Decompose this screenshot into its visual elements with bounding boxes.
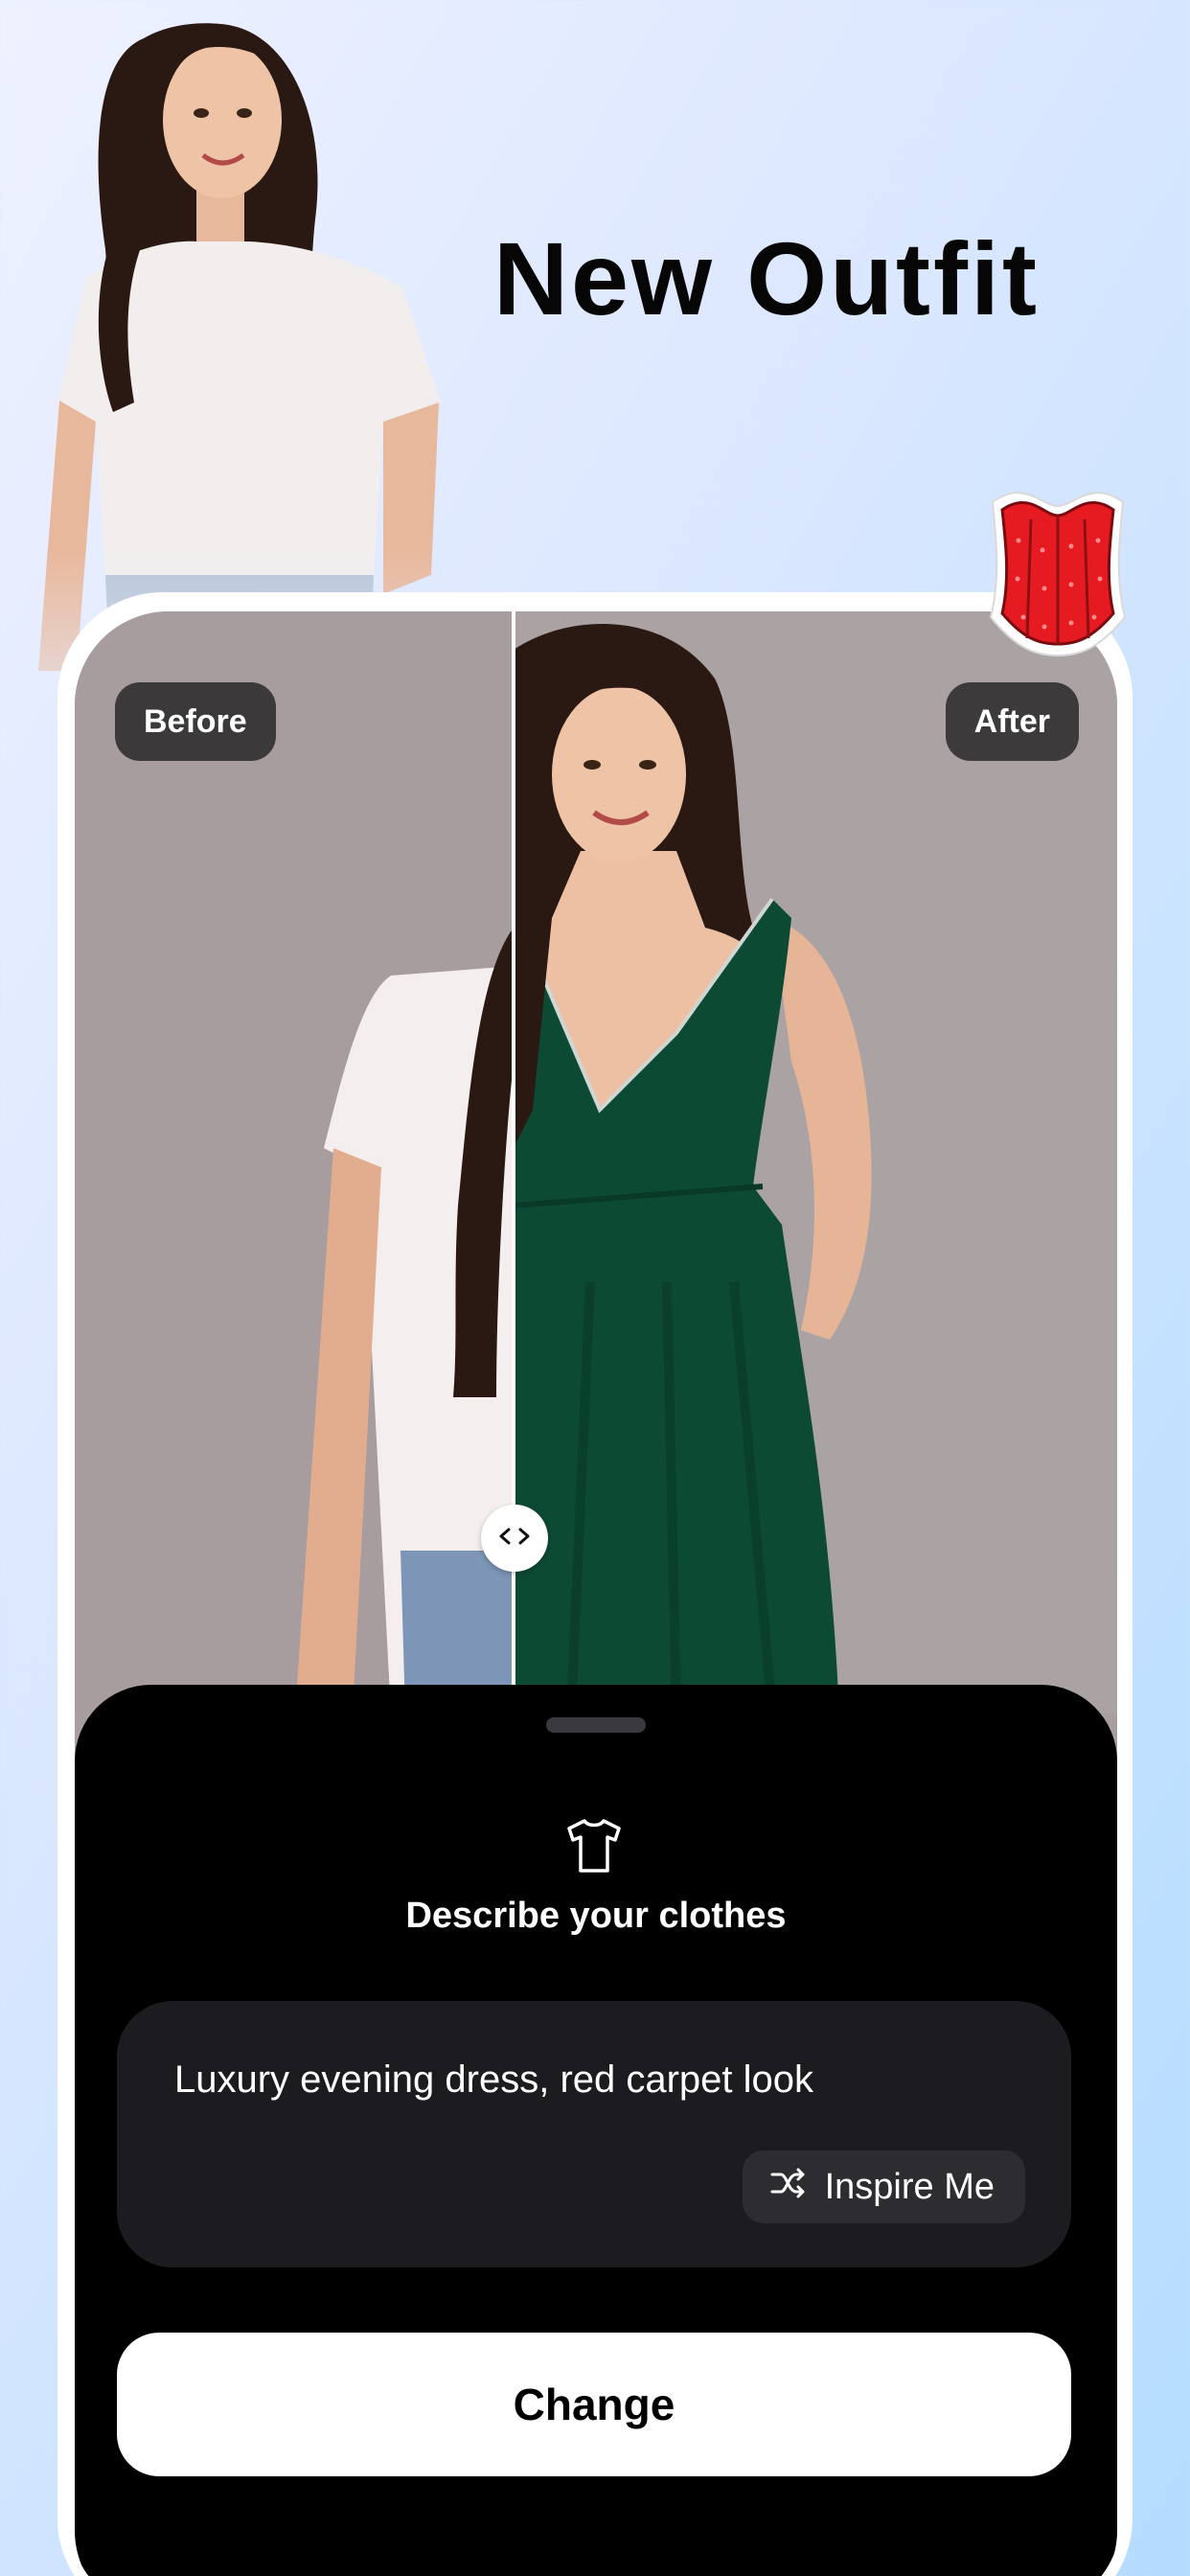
before-label: Before bbox=[115, 682, 276, 761]
shuffle-icon bbox=[769, 2167, 808, 2208]
inspire-me-button[interactable]: Inspire Me bbox=[742, 2150, 1025, 2223]
bottom-sheet: Describe your clothes Luxury evening dre… bbox=[75, 1685, 1117, 2576]
page-title: New Outfit bbox=[493, 220, 1040, 336]
inspire-me-label: Inspire Me bbox=[824, 2166, 995, 2207]
before-image bbox=[75, 611, 514, 1714]
change-button[interactable]: Change bbox=[117, 2333, 1071, 2476]
sheet-title: Describe your clothes bbox=[405, 1896, 787, 1936]
phone-frame: Before After Describe your clothes Luxur… bbox=[57, 592, 1133, 2576]
after-image bbox=[513, 611, 1117, 1714]
chevrons-left-right-icon bbox=[498, 1527, 531, 1551]
after-label: After bbox=[945, 682, 1079, 761]
before-after-comparison[interactable]: Before After bbox=[75, 611, 1117, 1714]
phone-screen: Before After Describe your clothes Luxur… bbox=[75, 611, 1117, 2576]
prompt-text[interactable]: Luxury evening dress, red carpet look bbox=[174, 2058, 813, 2102]
sheet-grabber[interactable] bbox=[546, 1717, 646, 1733]
comparison-slider-handle[interactable] bbox=[481, 1505, 548, 1572]
shirt-icon bbox=[563, 1817, 625, 1874]
corset-sticker bbox=[975, 473, 1140, 661]
prompt-input[interactable]: Luxury evening dress, red carpet look In… bbox=[117, 2001, 1071, 2267]
